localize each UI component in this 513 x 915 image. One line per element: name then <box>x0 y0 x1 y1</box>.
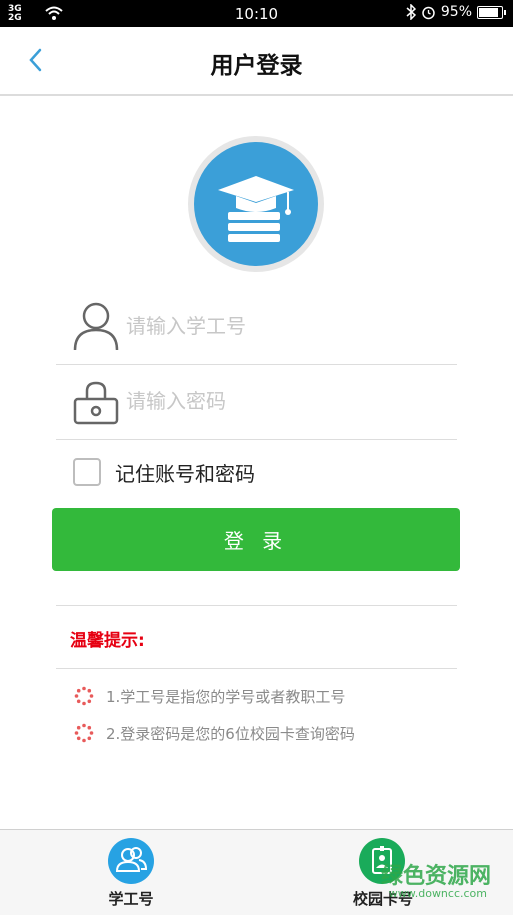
remember-label: 记住账号和密码 <box>115 461 255 486</box>
tab-label: 学工号 <box>108 890 154 908</box>
loading-dots-icon <box>74 723 94 743</box>
status-right: 95% <box>406 4 506 20</box>
users-icon <box>108 838 154 884</box>
remember-row: 记住账号和密码 <box>73 457 255 487</box>
tips-title: 温馨提示: <box>70 631 145 651</box>
username-input[interactable] <box>124 306 448 346</box>
graduation-cap-books-icon <box>218 176 294 242</box>
alarm-icon <box>422 6 435 19</box>
login-button[interactable]: 登 录 <box>52 508 460 571</box>
tip-item: 1.学工号是指您的学号或者教职工号 <box>74 684 345 708</box>
password-input[interactable] <box>124 381 448 421</box>
watermark-url: www.downcc.com <box>388 887 487 900</box>
battery-icon <box>477 5 506 19</box>
watermark: 绿色资源网 <box>380 864 491 889</box>
nav-header: 用户登录 <box>0 27 513 96</box>
lock-icon <box>73 381 119 425</box>
page-title: 用户登录 <box>210 53 303 79</box>
app-logo <box>188 136 324 272</box>
password-field <box>56 363 457 440</box>
loading-dots-icon <box>74 686 94 706</box>
tip-text: 2.登录密码是您的6位校园卡查询密码 <box>106 724 355 743</box>
battery-percent: 95% <box>440 4 472 20</box>
user-icon <box>73 302 119 351</box>
divider <box>56 668 457 669</box>
divider <box>56 605 457 606</box>
status-bar: 3G 2G 10:10 95% <box>0 0 513 27</box>
tip-text: 1.学工号是指您的学号或者教职工号 <box>106 687 346 706</box>
tip-item: 2.登录密码是您的6位校园卡查询密码 <box>74 721 355 745</box>
tab-student-id[interactable]: 学工号 <box>0 830 256 915</box>
remember-checkbox[interactable] <box>73 458 101 486</box>
username-field <box>56 288 457 365</box>
bluetooth-icon <box>406 4 416 20</box>
